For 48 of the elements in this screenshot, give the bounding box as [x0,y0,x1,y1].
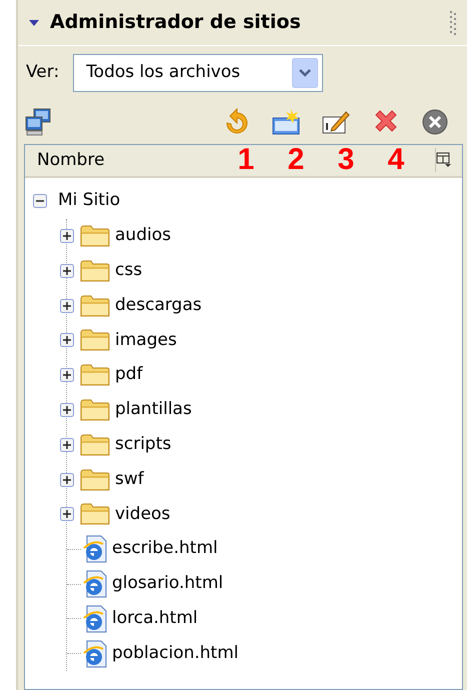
file-name[interactable]: lorca.html [112,606,198,632]
folder-icon [80,432,110,457]
folder-name[interactable]: audios [115,223,171,249]
folder-name[interactable]: videos [115,502,170,528]
column-header[interactable]: Nombre [25,148,221,174]
expand-toggle[interactable] [60,438,74,452]
folder-name[interactable]: descargas [115,292,202,318]
folder-name[interactable]: css [115,258,142,284]
new-folder-icon[interactable] [271,108,301,136]
expand-toggle[interactable] [60,264,74,278]
expand-toggle[interactable] [60,368,74,382]
expand-toggle[interactable] [60,472,74,487]
folder-icon [80,328,110,352]
folder-icon [80,363,110,388]
grip-icon[interactable] [449,8,457,36]
folder-icon [80,258,110,283]
web-page-icon [81,535,107,564]
folder-name[interactable]: images [115,328,177,354]
folder-icon [80,224,110,248]
folder-name[interactable]: pdf [115,362,143,388]
expand-toggle[interactable] [60,229,74,244]
annotation-number: 2 [286,145,306,176]
folder-icon [80,502,110,526]
panel-title: Administrador de sitios [50,10,301,36]
web-page-icon [81,640,107,668]
folder-name[interactable]: plantillas [115,397,192,423]
expand-toggle[interactable] [60,507,74,522]
folder-icon [80,294,110,318]
column-options-icon[interactable] [436,152,452,168]
file-name[interactable]: escribe.html [112,536,218,562]
site-name[interactable]: Mi Sitio [58,188,120,214]
view-dropdown[interactable]: Todos los archivos [73,54,324,92]
annotation-number: 4 [386,145,406,176]
web-page-icon [81,570,107,598]
expand-toggle[interactable] [60,333,74,348]
annotation-number: 1 [236,145,256,176]
web-page-icon [81,604,107,633]
file-name[interactable]: poblacion.html [112,640,238,666]
expand-toggle[interactable] [60,298,74,313]
folder-icon [80,468,110,492]
folder-name[interactable]: swf [115,466,144,492]
folder-name[interactable]: scripts [115,432,172,458]
folder-icon [80,398,110,422]
expand-toggle[interactable] [60,403,74,418]
file-name[interactable]: glosario.html [112,571,224,597]
annotation-number: 3 [336,145,356,176]
view-label: Ver: [26,61,60,84]
expand-toggle[interactable] [33,194,47,208]
